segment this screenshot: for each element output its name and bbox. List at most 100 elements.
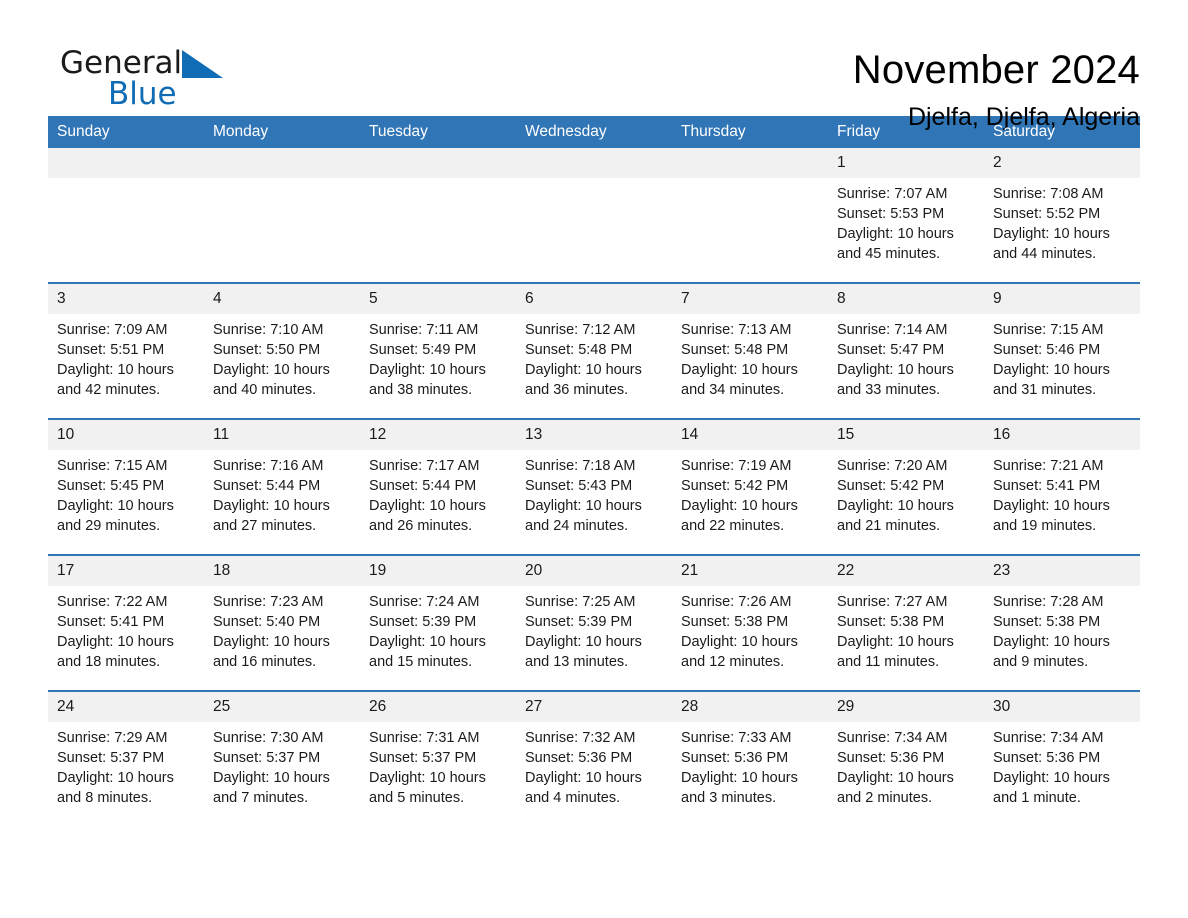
calendar-day-cell[interactable]: 28 Sunrise: 7:33 AM Sunset: 5:36 PM Dayligh… [672, 690, 828, 826]
calendar-day-cell[interactable]: 16 Sunrise: 7:21 AM Sunset: 5:41 PM Dayligh… [984, 418, 1140, 555]
daylight-text-cont: and 9 minutes. [993, 654, 1089, 670]
day-number: 22 [828, 556, 984, 586]
sunrise-text: Sunrise: 7:25 AM [525, 594, 636, 610]
day-details: Sunrise: 7:10 AM Sunset: 5:50 PM Daylight:… [204, 314, 360, 418]
calendar-day-cell[interactable]: 14 Sunrise: 7:19 AM Sunset: 5:42 PM Dayligh… [672, 418, 828, 555]
day-number: 14 [672, 420, 828, 450]
daylight-text-cont: and 38 minutes. [369, 382, 473, 398]
calendar-day-cell[interactable]: 30 Sunrise: 7:34 AM Sunset: 5:36 PM Dayligh… [984, 690, 1140, 826]
calendar-day-cell[interactable]: 27 Sunrise: 7:32 AM Sunset: 5:36 PM Dayligh… [516, 690, 672, 826]
calendar-day-cell[interactable]: 2 Sunrise: 7:08 AM Sunset: 5:52 PM Daylight… [984, 148, 1140, 283]
daylight-text-cont: and 12 minutes. [681, 654, 785, 670]
sunset-text: Sunset: 5:37 PM [213, 750, 321, 766]
daylight-text-cont: and 33 minutes. [837, 382, 941, 398]
daylight-text: Daylight: 10 hours [681, 498, 798, 514]
sunrise-text: Sunrise: 7:24 AM [369, 594, 480, 610]
day-details: Sunrise: 7:28 AM Sunset: 5:38 PM Daylight:… [984, 586, 1140, 690]
calendar-day-cell[interactable]: 21 Sunrise: 7:26 AM Sunset: 5:38 PM Dayligh… [672, 554, 828, 691]
sunset-text: Sunset: 5:52 PM [993, 206, 1101, 222]
calendar-day-cell[interactable]: 5 Sunrise: 7:11 AM Sunset: 5:49 PM Daylight… [360, 282, 516, 419]
calendar-day-cell[interactable]: 29 Sunrise: 7:34 AM Sunset: 5:36 PM Dayligh… [828, 690, 984, 826]
calendar-day-cell[interactable]: 9 Sunrise: 7:15 AM Sunset: 5:46 PM Daylight… [984, 282, 1140, 419]
day-number: 28 [672, 692, 828, 722]
sunset-text: Sunset: 5:36 PM [837, 750, 945, 766]
calendar-day-cell[interactable]: 12 Sunrise: 7:17 AM Sunset: 5:44 PM Dayligh… [360, 418, 516, 555]
calendar-day-cell[interactable]: 4 Sunrise: 7:10 AM Sunset: 5:50 PM Daylight… [204, 282, 360, 419]
calendar-week-row: 17 Sunrise: 7:22 AM Sunset: 5:41 PM Dayligh… [48, 554, 1140, 691]
sunrise-text: Sunrise: 7:09 AM [57, 322, 168, 338]
daylight-text-cont: and 24 minutes. [525, 518, 629, 534]
daylight-text: Daylight: 10 hours [213, 770, 330, 786]
daylight-text: Daylight: 10 hours [57, 362, 174, 378]
daylight-text-cont: and 8 minutes. [57, 790, 153, 806]
daylight-text-cont: and 29 minutes. [57, 518, 161, 534]
weekday-header-wednesday: Wednesday [516, 116, 672, 148]
calendar-day-cell[interactable]: 7 Sunrise: 7:13 AM Sunset: 5:48 PM Daylight… [672, 282, 828, 419]
weekday-header-thursday: Thursday [672, 116, 828, 148]
sunset-text: Sunset: 5:42 PM [681, 478, 789, 494]
daylight-text: Daylight: 10 hours [993, 362, 1110, 378]
day-details: Sunrise: 7:34 AM Sunset: 5:36 PM Daylight:… [984, 722, 1140, 826]
sunset-text: Sunset: 5:36 PM [681, 750, 789, 766]
daylight-text: Daylight: 10 hours [57, 498, 174, 514]
calendar-day-cell[interactable]: 13 Sunrise: 7:18 AM Sunset: 5:43 PM Dayligh… [516, 418, 672, 555]
calendar-day-cell[interactable]: 11 Sunrise: 7:16 AM Sunset: 5:44 PM Dayligh… [204, 418, 360, 555]
calendar-day-cell[interactable]: 3 Sunrise: 7:09 AM Sunset: 5:51 PM Daylight… [48, 282, 204, 419]
calendar-day-cell[interactable]: 1 Sunrise: 7:07 AM Sunset: 5:53 PM Daylight… [828, 148, 984, 283]
daylight-text-cont: and 2 minutes. [837, 790, 933, 806]
day-number: 7 [672, 284, 828, 314]
sunrise-text: Sunrise: 7:19 AM [681, 458, 792, 474]
sunset-text: Sunset: 5:41 PM [993, 478, 1101, 494]
sunrise-text: Sunrise: 7:29 AM [57, 730, 168, 746]
daylight-text: Daylight: 10 hours [525, 770, 642, 786]
day-number: 5 [360, 284, 516, 314]
sunset-text: Sunset: 5:46 PM [993, 342, 1101, 358]
daylight-text-cont: and 15 minutes. [369, 654, 473, 670]
sunset-text: Sunset: 5:39 PM [525, 614, 633, 630]
sunset-text: Sunset: 5:43 PM [525, 478, 633, 494]
day-number: 12 [360, 420, 516, 450]
sunrise-text: Sunrise: 7:23 AM [213, 594, 324, 610]
brand-logo[interactable]: General Blue [48, 46, 248, 126]
calendar-day-cell[interactable]: 8 Sunrise: 7:14 AM Sunset: 5:47 PM Daylight… [828, 282, 984, 419]
calendar-day-cell[interactable]: 24 Sunrise: 7:29 AM Sunset: 5:37 PM Dayligh… [48, 690, 204, 826]
daylight-text-cont: and 1 minute. [993, 790, 1081, 806]
sunset-text: Sunset: 5:47 PM [837, 342, 945, 358]
calendar-day-cell[interactable]: 25 Sunrise: 7:30 AM Sunset: 5:37 PM Dayligh… [204, 690, 360, 826]
day-number: 19 [360, 556, 516, 586]
day-number: 3 [48, 284, 204, 314]
calendar-day-cell[interactable]: 19 Sunrise: 7:24 AM Sunset: 5:39 PM Dayligh… [360, 554, 516, 691]
calendar-day-cell[interactable]: 26 Sunrise: 7:31 AM Sunset: 5:37 PM Dayligh… [360, 690, 516, 826]
day-number [360, 148, 516, 178]
day-details: Sunrise: 7:15 AM Sunset: 5:46 PM Daylight:… [984, 314, 1140, 418]
sunrise-text: Sunrise: 7:20 AM [837, 458, 948, 474]
calendar-day-cell[interactable]: 22 Sunrise: 7:27 AM Sunset: 5:38 PM Dayligh… [828, 554, 984, 691]
day-number: 25 [204, 692, 360, 722]
day-number: 11 [204, 420, 360, 450]
daylight-text: Daylight: 10 hours [525, 634, 642, 650]
daylight-text-cont: and 4 minutes. [525, 790, 621, 806]
month-calendar: Sunday Monday Tuesday Wednesday Thursday… [48, 116, 1140, 826]
calendar-day-cell[interactable]: 17 Sunrise: 7:22 AM Sunset: 5:41 PM Dayligh… [48, 554, 204, 691]
sunrise-text: Sunrise: 7:18 AM [525, 458, 636, 474]
calendar-day-cell[interactable]: 20 Sunrise: 7:25 AM Sunset: 5:39 PM Dayligh… [516, 554, 672, 691]
weekday-header-tuesday: Tuesday [360, 116, 516, 148]
daylight-text-cont: and 34 minutes. [681, 382, 785, 398]
triangle-icon [182, 50, 224, 78]
calendar-day-cell[interactable]: 6 Sunrise: 7:12 AM Sunset: 5:48 PM Daylight… [516, 282, 672, 419]
calendar-day-cell[interactable]: 18 Sunrise: 7:23 AM Sunset: 5:40 PM Dayligh… [204, 554, 360, 691]
calendar-day-cell[interactable]: 15 Sunrise: 7:20 AM Sunset: 5:42 PM Dayligh… [828, 418, 984, 555]
daylight-text-cont: and 44 minutes. [993, 246, 1097, 262]
calendar-day-cell[interactable]: 23 Sunrise: 7:28 AM Sunset: 5:38 PM Dayligh… [984, 554, 1140, 691]
daylight-text: Daylight: 10 hours [837, 498, 954, 514]
day-details [516, 178, 672, 282]
day-number: 23 [984, 556, 1140, 586]
day-details: Sunrise: 7:24 AM Sunset: 5:39 PM Daylight:… [360, 586, 516, 690]
sunrise-text: Sunrise: 7:15 AM [57, 458, 168, 474]
sunset-text: Sunset: 5:44 PM [369, 478, 477, 494]
calendar-day-cell[interactable]: 10 Sunrise: 7:15 AM Sunset: 5:45 PM Dayligh… [48, 418, 204, 555]
sunrise-text: Sunrise: 7:14 AM [837, 322, 948, 338]
calendar-week-row: 3 Sunrise: 7:09 AM Sunset: 5:51 PM Daylight… [48, 282, 1140, 419]
daylight-text-cont: and 22 minutes. [681, 518, 785, 534]
sunset-text: Sunset: 5:51 PM [57, 342, 165, 358]
